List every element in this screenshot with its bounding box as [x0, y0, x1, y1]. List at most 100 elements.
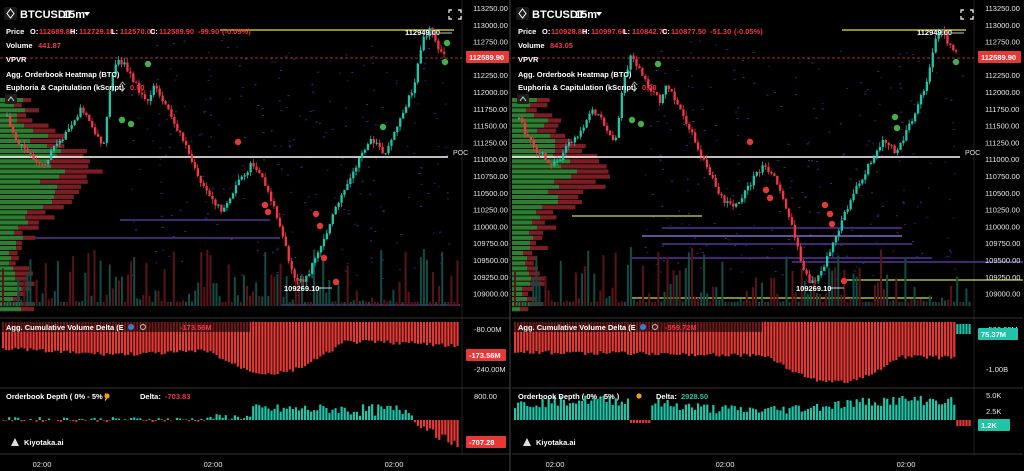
time-axis-label: 02:00: [204, 460, 223, 469]
orderbook-bar: [733, 406, 736, 420]
vpvr-buy-bar: [0, 205, 43, 210]
vpvr-sell-bar: [52, 200, 72, 205]
cvd-bar: [377, 322, 380, 341]
vpvr-buy-bar: [512, 245, 530, 251]
candle-body: [64, 131, 67, 140]
settings-icon[interactable]: [128, 324, 134, 330]
candle-body: [35, 159, 38, 162]
heatmap-cell: [961, 75, 964, 77]
orderbook-bar: [236, 416, 240, 420]
candle-body: [749, 185, 753, 187]
volume-bar: [559, 260, 562, 306]
heatmap-cell: [274, 145, 277, 147]
candle-body: [67, 128, 70, 132]
volume-bar: [435, 301, 438, 306]
volume-bar: [258, 295, 261, 306]
heatmap-cell: [382, 209, 385, 211]
capitulation-signal-dot: [821, 201, 829, 209]
orderbook-bar: [837, 401, 840, 420]
volume-bar: [782, 301, 785, 306]
vpvr-buy-bar: [0, 215, 25, 220]
orderbook-bar: [730, 405, 733, 420]
orderbook-bar: [672, 406, 675, 420]
candle-body: [17, 140, 21, 145]
cvd-bar: [910, 322, 913, 358]
heatmap-cell: [237, 173, 240, 175]
heatmap-cell: [688, 224, 691, 226]
volume-bar: [264, 252, 267, 306]
volume-bar: [928, 295, 931, 306]
volume-bar: [639, 299, 642, 306]
heatmap-cell: [278, 100, 281, 102]
heatmap-cell: [385, 121, 388, 123]
candle-body: [255, 166, 258, 170]
volume-bar: [687, 252, 690, 306]
heatmap-cell: [817, 212, 820, 214]
heatmap-cell: [433, 182, 436, 184]
orderbook-bar: [690, 407, 694, 420]
cvd-axis-label: -1.00B: [986, 365, 1008, 374]
volume-bar: [626, 264, 629, 306]
cvd-bar: [291, 322, 294, 372]
heatmap-cell: [671, 180, 674, 182]
heatmap-cell: [898, 66, 901, 68]
lock-icon[interactable]: [636, 393, 642, 399]
lock-icon[interactable]: [104, 393, 110, 399]
heatmap-cell: [176, 75, 179, 77]
price-axis-label: 110000.00: [985, 222, 1020, 231]
heatmap-cell: [146, 128, 149, 130]
heatmap-cell: [900, 150, 903, 152]
heatmap-cell: [692, 120, 695, 122]
cvd-bar: [355, 322, 358, 344]
volume-bar: [693, 296, 696, 306]
heatmap-cell: [190, 140, 193, 142]
cvd-bar: [325, 322, 328, 352]
vpvr-sell-bar: [534, 113, 553, 118]
cvd-bar: [438, 322, 441, 345]
ohlc-value-o: 112689.80: [39, 27, 74, 36]
collapse-button-bg[interactable]: [517, 94, 529, 104]
candle-body: [290, 261, 293, 270]
vpvr-sell-bar: [28, 220, 39, 225]
heatmap-cell: [926, 216, 929, 218]
cvd-bar: [822, 322, 825, 381]
cvd-bar: [901, 322, 904, 356]
heatmap-cell: [947, 237, 950, 239]
settings-icon[interactable]: [640, 324, 646, 330]
cvd-bar: [962, 324, 965, 334]
candle-body: [887, 142, 890, 146]
cvd-bar: [889, 322, 892, 362]
volume-bar: [684, 267, 687, 306]
heatmap-cell: [238, 65, 241, 67]
orderbook-bar: [687, 403, 691, 420]
orderbook-bar: [191, 418, 194, 420]
candle-body: [91, 121, 94, 128]
cvd-bar: [404, 322, 407, 343]
volume-bar: [886, 274, 889, 306]
heatmap-cell: [816, 160, 819, 162]
orderbook-bar: [587, 403, 590, 420]
heatmap-cell: [286, 107, 289, 109]
vpvr-sell-bar: [530, 245, 548, 251]
volume-bar: [648, 293, 651, 306]
volume-bar: [374, 301, 377, 306]
vpvr-buy-bar: [512, 189, 548, 194]
candle-body: [746, 185, 750, 191]
vpvr-sell-bar: [527, 256, 536, 261]
heatmap-cell: [432, 232, 435, 234]
cvd-bar: [886, 322, 889, 366]
volume-bar: [718, 300, 721, 306]
cvd-axis-label: -80.00M: [474, 325, 502, 334]
candle-body: [629, 55, 632, 70]
heatmap-cell: [416, 103, 419, 105]
orderbook-bar: [270, 410, 273, 420]
candle-body: [404, 106, 408, 113]
cvd-bar: [276, 322, 279, 375]
candle-body: [419, 50, 422, 64]
euphoria-signal-dot: [654, 60, 662, 68]
heatmap-cell: [771, 168, 774, 170]
collapse-button-bg[interactable]: [5, 94, 17, 104]
vpvr-sell-bar: [25, 108, 39, 113]
candle-body: [526, 134, 530, 137]
volume-bar: [797, 301, 800, 306]
